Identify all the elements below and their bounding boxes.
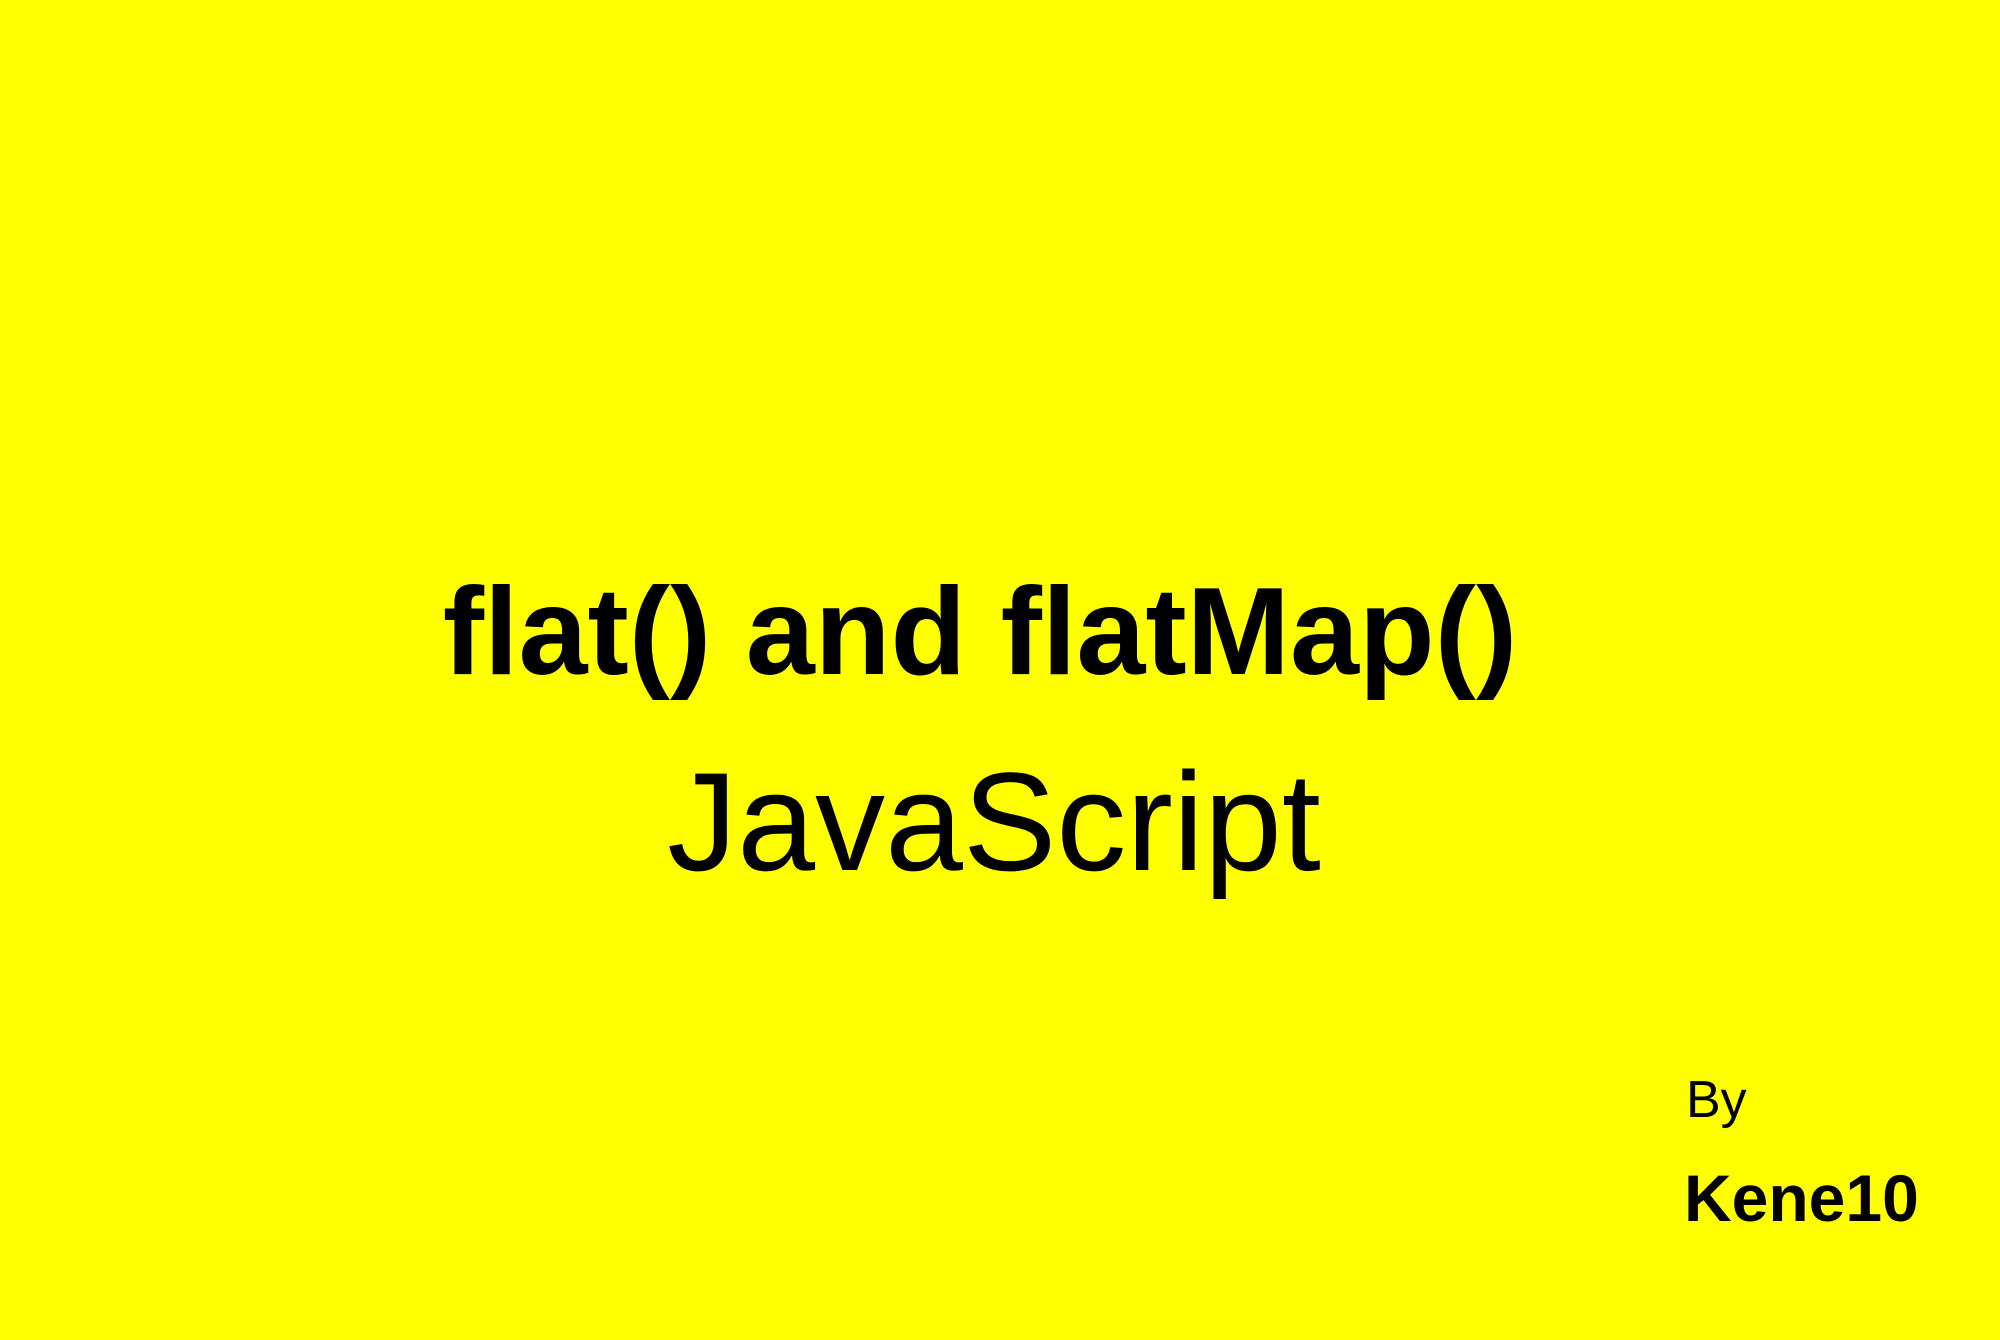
- cover-subtitle: JavaScript: [667, 743, 1321, 900]
- author-name: Kene10: [1684, 1161, 1919, 1235]
- cover-title: flat() and flatMap(): [442, 563, 1518, 701]
- byline-label: By: [1686, 1071, 1747, 1129]
- cover-canvas: flat() and flatMap() JavaScript By Kene1…: [0, 0, 2000, 1340]
